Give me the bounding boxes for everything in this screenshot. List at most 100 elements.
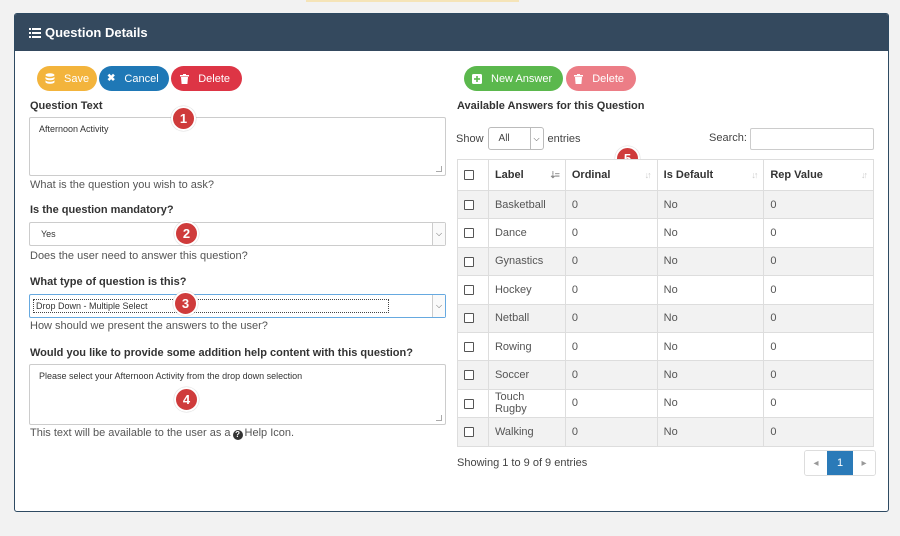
answers-heading: Available Answers for this Question	[457, 100, 645, 112]
column-header-ordinal-text: Ordinal	[571, 169, 611, 181]
column-header-label[interactable]: Label ⇣≡	[487, 159, 566, 191]
question-details-panel: Question Details Save ✖ Cancel Delete Qu…	[14, 13, 889, 512]
row-checkbox[interactable]	[464, 228, 474, 239]
search-label: Search:	[709, 132, 747, 144]
plus-square-icon	[472, 73, 482, 85]
sort-icon: ↓↑	[861, 170, 868, 180]
chevron-down-icon: ⌵	[432, 223, 445, 245]
cell-label: Hockey	[487, 275, 566, 305]
delete-label: Delete	[198, 72, 230, 85]
cell-label: Touch Rugby	[487, 388, 566, 419]
sort-asc-icon: ⇣≡	[549, 170, 560, 180]
annotation-badge-2: 2	[174, 221, 199, 246]
cell-label: Dance	[487, 218, 566, 248]
column-header-is-default[interactable]: Is Default ↓↑	[656, 159, 765, 191]
row-checkbox[interactable]	[464, 313, 474, 324]
table-row[interactable]: Basketball 0 No 0	[457, 189, 874, 220]
table-row[interactable]: Soccer 0 No 0	[457, 360, 874, 390]
cell-ordinal: 0	[564, 331, 658, 362]
table-row[interactable]: Walking 0 No 0	[457, 417, 874, 447]
column-header-ordinal[interactable]: Ordinal ↓↑	[564, 159, 658, 191]
table-row[interactable]: Touch Rugby 0 No 0	[457, 388, 874, 419]
row-checkbox[interactable]	[464, 398, 474, 409]
cell-rep-value: 0	[763, 275, 874, 305]
cell-is-default: No	[656, 417, 765, 447]
cell-is-default: No	[656, 275, 765, 305]
delete-answer-label: Delete	[592, 72, 624, 85]
next-page-button[interactable]: ▸	[853, 451, 875, 475]
cell-label: Netball	[487, 303, 566, 333]
cell-ordinal: 0	[564, 417, 658, 447]
cell-is-default: No	[656, 360, 765, 390]
cell-rep-value: 0	[763, 246, 874, 277]
question-type-label: What type of question is this?	[30, 276, 187, 288]
show-entries: Show All ⌵ entries	[456, 127, 581, 150]
chevron-left-icon: ◂	[813, 457, 819, 469]
mandatory-label: Is the question mandatory?	[30, 204, 174, 216]
annotation-badge-3: 3	[173, 291, 198, 316]
row-checkbox[interactable]	[464, 284, 474, 295]
mandatory-value: Yes	[41, 229, 56, 239]
cell-label: Soccer	[487, 360, 566, 390]
cell-is-default: No	[656, 246, 765, 277]
trash-icon	[574, 73, 584, 85]
table-row[interactable]: Netball 0 No 0	[457, 303, 874, 333]
chevron-down-icon: ⌵	[529, 128, 543, 149]
select-all-checkbox[interactable]	[464, 170, 474, 181]
question-type-select[interactable]: Drop Down - Multiple Select ⌵	[29, 294, 446, 318]
cell-rep-value: 0	[763, 331, 874, 362]
column-header-rep-value[interactable]: Rep Value ↓↑	[763, 159, 874, 191]
cell-rep-value: 0	[763, 417, 874, 447]
help-content-label: Would you like to provide some addition …	[30, 347, 413, 359]
table-row[interactable]: Gynastics 0 No 0	[457, 246, 874, 277]
entries-select[interactable]: All ⌵	[487, 127, 544, 150]
row-checkbox[interactable]	[464, 426, 474, 437]
question-text-input[interactable]: Afternoon Activity	[29, 117, 446, 176]
new-answer-button[interactable]: New Answer	[464, 66, 563, 91]
page-button-current[interactable]: 1	[827, 451, 853, 475]
cell-rep-value: 0	[763, 303, 874, 333]
delete-button[interactable]: Delete	[171, 66, 242, 91]
resize-grip-icon[interactable]	[436, 415, 442, 421]
panel-header: Question Details	[15, 14, 888, 51]
help-content-input[interactable]: Please select your Afternoon Activity fr…	[29, 364, 446, 425]
search-input[interactable]	[750, 128, 874, 150]
select-all-cell	[457, 159, 489, 191]
cell-ordinal: 0	[564, 246, 658, 277]
table-row[interactable]: Hockey 0 No 0	[457, 275, 874, 305]
table-header-row: Label ⇣≡ Ordinal ↓↑ Is Default ↓↑ Rep Value…	[457, 159, 874, 191]
cell-rep-value: 0	[763, 189, 874, 220]
cell-ordinal: 0	[564, 388, 658, 419]
page: Question Details Save ✖ Cancel Delete Qu…	[0, 0, 900, 536]
cell-is-default: No	[656, 189, 765, 220]
cancel-label: Cancel	[124, 72, 159, 85]
row-checkbox[interactable]	[464, 341, 474, 352]
help-content-value: Please select your Afternoon Activity fr…	[39, 371, 303, 381]
column-header-label-text: Label	[494, 169, 524, 181]
resize-grip-icon[interactable]	[436, 166, 442, 172]
column-header-is-default-text: Is Default	[663, 169, 714, 181]
table-row[interactable]: Dance 0 No 0	[457, 218, 874, 248]
row-checkbox[interactable]	[464, 256, 474, 267]
delete-answer-button[interactable]: Delete	[566, 66, 636, 91]
table-info: Showing 1 to 9 of 9 entries	[457, 457, 588, 469]
prev-page-button[interactable]: ◂	[805, 451, 827, 475]
table-row[interactable]: Rowing 0 No 0	[457, 331, 874, 362]
show-label: Show	[456, 132, 484, 145]
trash-icon	[179, 73, 189, 85]
cell-label: Rowing	[487, 331, 566, 362]
cell-ordinal: 0	[564, 218, 658, 248]
row-checkbox[interactable]	[464, 199, 474, 210]
cell-is-default: No	[656, 218, 765, 248]
close-icon: ✖	[107, 73, 116, 84]
row-checkbox[interactable]	[464, 370, 474, 381]
database-icon	[45, 73, 55, 85]
entries-select-value: All	[498, 133, 510, 144]
cell-is-default: No	[656, 331, 765, 362]
cancel-button[interactable]: ✖ Cancel	[99, 66, 169, 91]
question-circle-icon: ?	[232, 429, 243, 440]
save-button[interactable]: Save	[37, 66, 97, 91]
sort-icon: ↓↑	[751, 170, 758, 180]
chevron-right-icon: ▸	[861, 457, 867, 469]
mandatory-select[interactable]: Yes ⌵	[29, 222, 446, 246]
